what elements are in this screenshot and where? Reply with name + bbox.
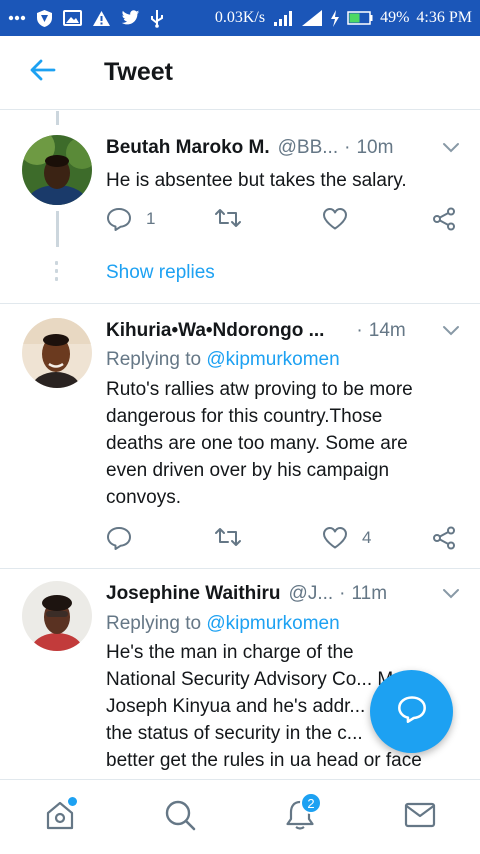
tweet[interactable]: Kihuria•Wa•Ndorongo ... · 14m Replying t… [0,304,480,569]
app-header: Tweet [0,36,480,110]
nav-notifications[interactable]: 2 [270,780,330,854]
warning-icon [92,10,111,27]
page-title: Tweet [104,58,173,86]
tweet-menu-button[interactable] [442,320,460,342]
tweet-text-line: He's the man in charge of the [106,642,354,663]
share-icon [432,207,456,231]
network-speed: 0.03K/s [214,9,266,26]
retweet-icon [214,207,242,229]
battery-percentage: 49% [380,9,410,26]
mail-icon [404,801,436,834]
tweet-text-line: deaths are one too many. Some are [106,433,408,454]
reply-bubble-icon [397,695,427,728]
retweet-button[interactable] [214,526,242,548]
chevron-down-icon [442,137,460,159]
tweet-text-line: even driven over by his campaign [106,460,390,481]
tweet-time[interactable]: 11m [352,583,388,605]
mention-link[interactable]: @kipmurkomen [206,349,339,370]
reply-button[interactable]: 1 [106,207,155,231]
replying-to: Replying to @kipmurkomen [106,613,340,635]
clock: 4:36 PM [416,9,472,26]
like-button[interactable]: 4 [322,526,371,550]
nav-search[interactable] [150,780,210,854]
tweet-time[interactable]: 10m [356,137,393,159]
chevron-down-icon [442,320,460,342]
retweet-button[interactable] [214,207,242,229]
share-button[interactable] [432,207,456,231]
back-button[interactable] [0,36,86,110]
avatar[interactable] [22,135,92,205]
bottom-navigation: 2 [0,779,480,854]
thread-gap-dots [55,261,59,285]
author-handle[interactable]: @J... [289,583,334,605]
reply-button[interactable] [106,526,132,550]
nav-home[interactable] [30,780,90,854]
separator-dot: · [356,320,363,341]
replying-to-label: Replying to [106,349,202,370]
tweet-text: He is absentee but takes the salary. [106,170,407,191]
status-bar: 0.03K/s 49% 4:36 PM [0,0,480,36]
separator-dot: · [344,137,351,158]
mention-link[interactable]: @kipmurkomen [206,613,339,634]
tweet-text-line: Ruto's rallies atw proving to be more [106,379,413,400]
reply-count: 1 [146,209,156,228]
author-name[interactable]: Beutah Maroko M. [106,137,270,159]
charging-icon [330,9,340,27]
tweet-menu-button[interactable] [442,583,460,605]
show-replies-link[interactable]: Show replies [106,262,215,284]
twitter-bird-icon [121,10,140,26]
retweet-icon [214,526,242,548]
reply-icon [106,526,132,550]
battery-icon [347,11,373,25]
tweet-menu-button[interactable] [442,137,460,159]
new-content-dot [68,797,77,806]
tweet-text-line: convoys. [106,487,181,508]
reply-icon [106,207,132,231]
replying-to: Replying to @kipmurkomen [106,349,340,371]
author-handle[interactable]: @BB... [278,137,338,159]
search-icon [164,799,196,836]
more-notifications-icon [8,15,26,21]
tweet-actions: 4 [106,526,458,552]
wifi-signal-icon [272,9,294,27]
replying-to-label: Replying to [106,613,202,634]
author-name[interactable]: Kihuria•Wa•Ndorongo ... [106,320,324,342]
share-button[interactable] [432,526,456,550]
usb-icon [150,9,164,28]
nav-messages[interactable] [390,780,450,854]
cell-signal-icon [301,9,323,27]
tweet-text-line: dangerous for this country.Those [106,406,383,427]
notifications-badge: 2 [300,792,322,814]
share-icon [432,526,456,550]
avatar[interactable] [22,318,92,388]
author-name[interactable]: Josephine Waithiru [106,583,281,605]
vpn-shield-icon [36,9,53,28]
thread-connector [56,211,59,247]
tweet-time[interactable]: 14m [369,320,406,342]
compose-reply-button[interactable] [370,670,453,753]
heart-icon [322,526,348,550]
tweet[interactable]: Beutah Maroko M. @BB... · 10m He is abse… [0,111,480,303]
tweet-text: Ruto's rallies atw proving to be more da… [106,376,456,511]
chevron-down-icon [442,583,460,605]
like-button[interactable] [322,207,348,231]
back-arrow-icon [30,59,56,86]
gallery-icon [63,10,82,26]
like-count: 4 [362,528,372,547]
heart-icon [322,207,348,231]
separator-dot: · [339,583,346,604]
tweet-actions: 1 [106,207,458,233]
avatar[interactable] [22,581,92,651]
